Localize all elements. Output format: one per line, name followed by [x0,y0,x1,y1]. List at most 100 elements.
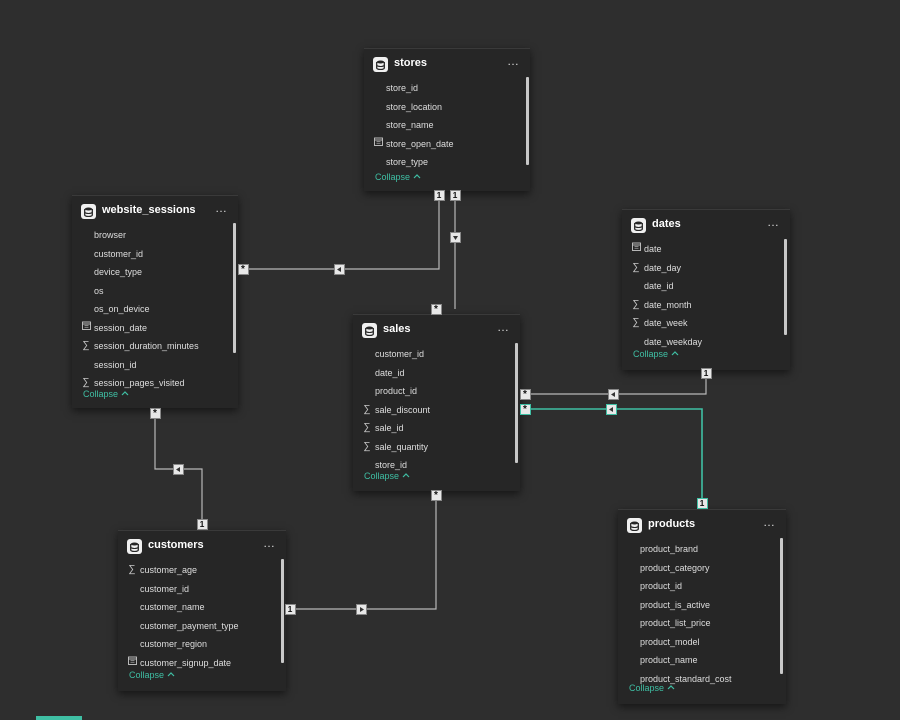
table-card-products[interactable]: products… product_brand product_category pr… [618,509,786,704]
table-title: customers [148,539,204,551]
sigma-icon: ∑ [632,261,640,273]
collapse-label: Collapse [633,349,669,359]
field-list[interactable]: store_id store_location store_name store_op… [364,79,530,175]
field-row[interactable]: product_model [618,633,786,652]
field-name: session_duration_minutes [94,341,199,351]
filter-direction-left-icon[interactable] [605,403,617,415]
field-row[interactable]: store_location [364,98,530,117]
field-row[interactable]: ∑ date_day [622,259,790,278]
field-row[interactable]: os [72,282,238,301]
table-header[interactable]: stores … [364,49,530,79]
sigma-icon: ∑ [363,422,371,433]
field-row[interactable]: ∑ sale_quantity [353,438,520,457]
field-name: product_id [640,581,683,591]
table-header[interactable]: sales… [353,315,520,345]
field-row[interactable]: store_id [364,79,530,98]
field-row[interactable]: product_category [618,559,786,578]
filter-direction-left-icon[interactable] [333,263,345,275]
more-options-button[interactable]: … [767,215,780,229]
collapse-label: Collapse [129,670,165,680]
table-title: stores [394,57,428,69]
field-row[interactable]: device_type [72,263,238,282]
scrollbar[interactable] [780,538,783,674]
field-name: session_date [94,322,148,333]
field-row[interactable]: customer_id [72,245,238,264]
field-list[interactable]: browser customer_id device_type os os_on_dev… [72,226,238,392]
field-row[interactable]: ∑ sale_id [353,419,520,438]
line-website-sessions-stores[interactable] [243,196,440,270]
collapse-link[interactable]: Collapse [629,683,675,693]
table-header[interactable]: customers … [118,531,286,561]
table-card-dates[interactable]: dates… date ∑ date_day date_id ∑ date_month ∑ da… [622,209,790,370]
field-row[interactable]: store_open_date [364,135,530,154]
table-card-sales[interactable]: sales … customer_id date_id product_id ∑ sale_… [353,314,520,491]
filter-direction-left-icon[interactable] [607,388,619,400]
filter-direction-left-icon[interactable] [172,463,184,475]
cardinality-many-badge: * [519,403,531,415]
field-row[interactable]: customer_name [118,598,286,617]
field-row[interactable]: customer_payment_type [118,617,286,636]
collapse-link[interactable]: Collapse [375,172,421,182]
field-row[interactable]: ∑ sale_discount [353,401,520,420]
more-options-button[interactable]: … [215,201,228,215]
field-row[interactable]: product_is_active [618,596,786,615]
cardinality-many-badge: * [430,303,442,315]
table-title: website_sessions [102,204,196,216]
model-diagram-canvas[interactable]: stores… store_id store_location store_name s… [0,0,900,720]
scrollbar[interactable] [233,223,236,353]
field-row[interactable]: ∑ date_month [622,296,790,315]
table-header[interactable]: website_sessions … [72,196,238,226]
filter-direction-down-icon[interactable] [449,231,461,243]
field-row[interactable]: session_id [72,356,238,375]
more-options-button[interactable]: … [763,515,776,529]
scrollbar[interactable] [526,77,529,165]
line-sales-customers[interactable] [290,495,437,610]
field-row[interactable]: ∑ session_duration_minutes [72,337,238,356]
field-name: sale_id [375,423,404,433]
field-row[interactable]: session_date [72,319,238,338]
filter-direction-right-icon[interactable] [355,603,367,615]
field-row[interactable]: customer_id [353,345,520,364]
field-name: customer_age [140,565,198,575]
field-row[interactable]: os_on_device [72,300,238,319]
field-list[interactable]: ∑ customer_age customer_id customer_name cus… [118,561,286,675]
field-row[interactable]: product_name [618,651,786,670]
field-row[interactable]: date [622,240,790,259]
scrollbar[interactable] [515,343,518,463]
field-row[interactable]: date_id [622,277,790,296]
collapse-label: Collapse [364,471,400,481]
collapse-link[interactable]: Collapse [364,471,410,481]
field-row[interactable]: ∑ date_week [622,314,790,333]
active-page-tab-indicator[interactable] [36,716,82,720]
table-card-stores[interactable]: stores… store_id store_location store_name s… [364,48,530,191]
more-options-button[interactable]: … [263,536,276,550]
field-list[interactable]: product_brand product_category product_idp… [618,540,786,688]
field-row[interactable]: product_id [353,382,520,401]
table-header[interactable]: dates… [622,210,790,240]
table-card-website-sessions[interactable]: website_sessions … browser customer_id devic… [72,195,238,408]
sigma-icon: ∑ [632,317,640,328]
collapse-link[interactable]: Collapse [129,670,175,680]
collapse-link[interactable]: Collapse [633,349,679,359]
table-card-customers[interactable]: customers… ∑ customer_age customer_id custom… [118,530,286,691]
table-icon [631,218,646,233]
field-row[interactable]: product_brand [618,540,786,559]
table-header[interactable]: products… [618,510,786,540]
field-row[interactable]: product_list_price [618,614,786,633]
line-sales-products[interactable] [525,408,703,503]
field-row[interactable]: store_name [364,116,530,135]
more-options-button[interactable]: … [497,320,510,334]
field-row[interactable]: product_id [618,577,786,596]
field-list[interactable]: date ∑ date_day date_id ∑ date_month ∑ date_wee… [622,240,790,354]
field-row[interactable]: date_id [353,364,520,383]
field-list[interactable]: customer_id date_id product_id ∑ sale_discou… [353,345,520,477]
field-row[interactable]: customer_region [118,635,286,654]
field-row[interactable]: store_type [364,153,530,172]
field-name: sale_discount [375,404,431,415]
field-row[interactable]: browser [72,226,238,245]
field-row[interactable]: ∑ customer_age [118,561,286,580]
field-row[interactable]: customer_id [118,580,286,599]
scrollbar[interactable] [784,239,787,335]
collapse-link[interactable]: Collapse [83,389,129,399]
more-options-button[interactable]: … [507,54,520,68]
